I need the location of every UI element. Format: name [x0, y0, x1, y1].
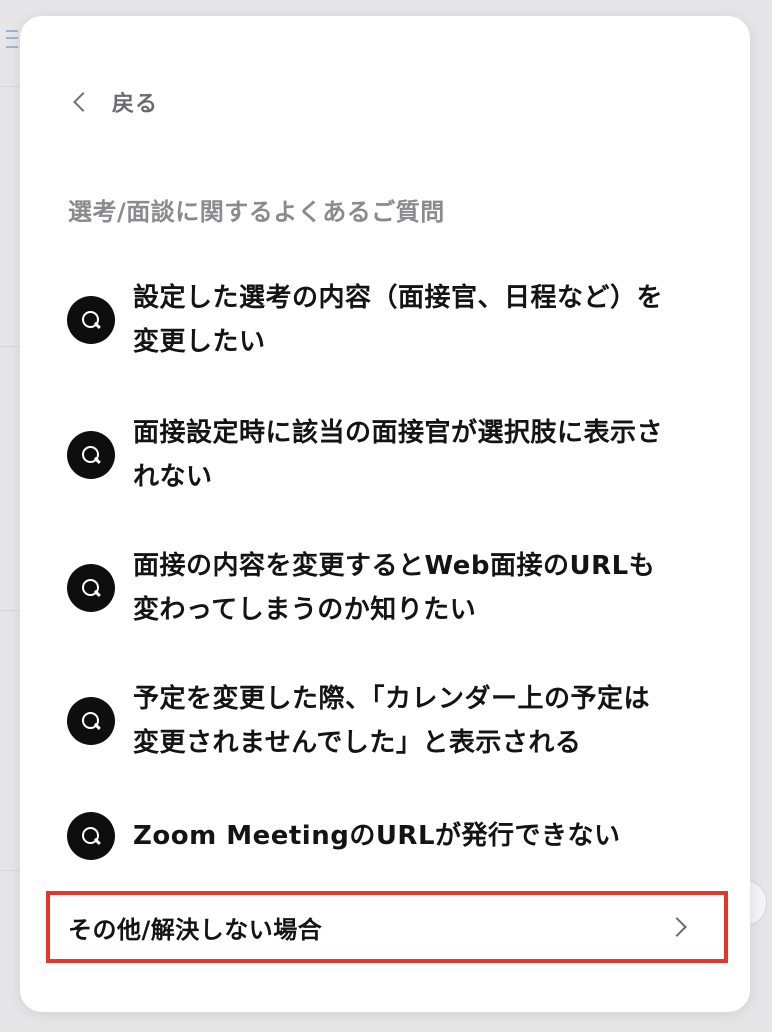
q-icon [67, 296, 115, 344]
faq-text: 面接設定時に該当の面接官が選択肢に表示さ れない [133, 411, 663, 499]
section-title: 選考/面談に関するよくあるご質問 [68, 198, 445, 226]
faq-item[interactable]: 予定を変更した際、「カレンダー上の予定は 変更されませんでした」と表示される [67, 677, 727, 765]
back-label: 戻る [112, 92, 159, 117]
menu-icon [6, 30, 18, 48]
faq-line: 設定した選考の内容（面接官、日程など）を [133, 283, 664, 313]
q-icon [67, 431, 115, 479]
faq-line: 面接設定時に該当の面接官が選択肢に表示さ [133, 418, 664, 448]
chevron-left-icon [73, 92, 93, 112]
faq-line: 変わってしまうのか知りたい [133, 595, 477, 625]
faq-text: 面接の内容を変更するとWeb面接のURLも 変わってしまうのか知りたい [133, 544, 655, 632]
background-divider [0, 346, 20, 347]
help-panel: 戻る 選考/面談に関するよくあるご質問 設定した選考の内容（面接官、日程など）を… [20, 16, 750, 1012]
faq-item[interactable]: 面接設定時に該当の面接官が選択肢に表示さ れない [67, 411, 727, 499]
chevron-right-icon [667, 917, 687, 937]
other-unresolved-button[interactable]: その他/解決しない場合 [46, 891, 728, 963]
q-icon [67, 697, 115, 745]
faq-item[interactable]: 設定した選考の内容（面接官、日程など）を 変更したい [67, 276, 727, 364]
q-icon [67, 812, 115, 860]
faq-text: Zoom MeetingのURLが発行できない [133, 814, 621, 858]
faq-line: 面接の内容を変更するとWeb面接のURLも [133, 551, 656, 581]
background-divider [0, 610, 20, 611]
faq-line: れない [133, 462, 213, 492]
background-divider [0, 870, 20, 871]
faq-item[interactable]: Zoom MeetingのURLが発行できない [67, 812, 727, 860]
other-label: その他/解決しない場合 [68, 915, 323, 944]
background-divider [0, 86, 20, 87]
faq-item[interactable]: 面接の内容を変更するとWeb面接のURLも 変わってしまうのか知りたい [67, 544, 727, 632]
faq-line: 変更されませんでした」と表示される [133, 728, 582, 758]
back-button[interactable]: 戻る [70, 86, 158, 118]
q-icon [67, 564, 115, 612]
faq-text: 予定を変更した際、「カレンダー上の予定は 変更されませんでした」と表示される [133, 677, 650, 765]
faq-line: 変更したい [133, 327, 266, 357]
faq-line: 予定を変更した際、「カレンダー上の予定は [133, 684, 651, 714]
faq-line: Zoom MeetingのURLが発行できない [133, 821, 621, 851]
faq-text: 設定した選考の内容（面接官、日程など）を 変更したい [133, 276, 663, 364]
